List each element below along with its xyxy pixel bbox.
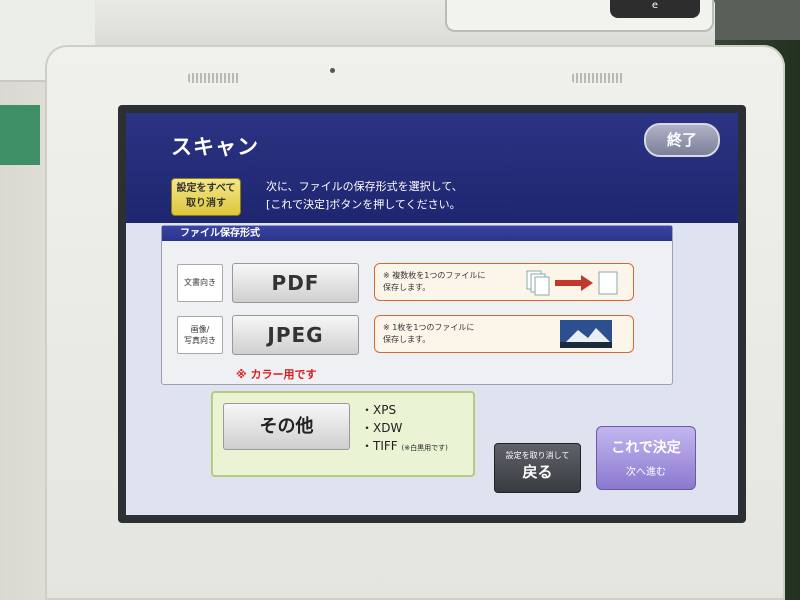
label-photo-text-2: 写真向き: [184, 336, 216, 345]
back-button[interactable]: 設定を取り消して 戻る: [494, 443, 581, 493]
file-format-section: ファイル保存形式 文書向き PDF ※ 複数枚を1つのファイルに 保存します。 …: [161, 225, 673, 385]
format-xdw: ・XDW: [361, 421, 403, 435]
pdf-description: ※ 複数枚を1つのファイルに 保存します。: [374, 263, 634, 301]
reset-all-button[interactable]: 設定をすべて 取り消す: [171, 178, 241, 216]
section-title: ファイル保存形式: [162, 226, 672, 241]
label-photo: 画像/ 写真向き: [177, 316, 223, 354]
reset-label-1: 設定をすべて: [176, 183, 236, 194]
jpeg-description: ※ 1枚を1つのファイルに 保存します。: [374, 315, 634, 353]
label-document-text: 文書向き: [184, 278, 216, 287]
color-only-note: ※ カラー用です: [236, 368, 317, 381]
label-document: 文書向き: [177, 264, 223, 302]
camera-dot: [330, 68, 335, 73]
label-photo-text-1: 画像/: [190, 325, 210, 334]
touch-screen: スキャン 終了 設定をすべて 取り消す 次に、ファイルの保存形式を選択して、 […: [118, 105, 746, 523]
confirm-sub-label: 次へ進む: [626, 467, 666, 478]
other-formats-box: その他 ・XPS ・XDW ・TIFF (※白黒用です): [211, 391, 475, 477]
speaker-left: [188, 73, 240, 83]
reset-label-2: 取り消す: [186, 198, 226, 209]
speaker-right: [572, 73, 624, 83]
exit-button[interactable]: 終了: [644, 123, 720, 157]
confirm-button[interactable]: これで決定 次へ進む: [596, 426, 696, 490]
background-green-sign: [0, 105, 40, 165]
multi-page-to-file-icon: [526, 270, 618, 296]
tiff-note: (※白黒用です): [401, 444, 448, 452]
format-tiff-label: ・TIFF: [361, 439, 398, 453]
format-tiff: ・TIFF (※白黒用です): [361, 437, 448, 457]
header-bar: スキャン 終了 設定をすべて 取り消す 次に、ファイルの保存形式を選択して、 […: [126, 113, 738, 223]
other-format-list: ・XPS ・XDW ・TIFF (※白黒用です): [361, 401, 448, 457]
other-button[interactable]: その他: [223, 403, 350, 450]
kiosk-badge: e: [610, 0, 700, 18]
photo-icon: [560, 320, 612, 348]
format-xps: ・XPS: [361, 403, 397, 417]
page-title: スキャン: [171, 135, 259, 159]
instruction-line-2: [これで決定]ボタンを押してください。: [266, 198, 461, 211]
instruction-line-1: 次に、ファイルの保存形式を選択して、: [266, 180, 463, 193]
pdf-button[interactable]: PDF: [232, 263, 359, 303]
confirm-main-label: これで決定: [611, 440, 681, 456]
back-main-label: 戻る: [522, 463, 553, 481]
back-sub-label: 設定を取り消して: [505, 451, 570, 460]
jpeg-button[interactable]: JPEG: [232, 315, 359, 355]
instruction-text: 次に、ファイルの保存形式を選択して、 [これで決定]ボタンを押してください。: [266, 178, 463, 214]
